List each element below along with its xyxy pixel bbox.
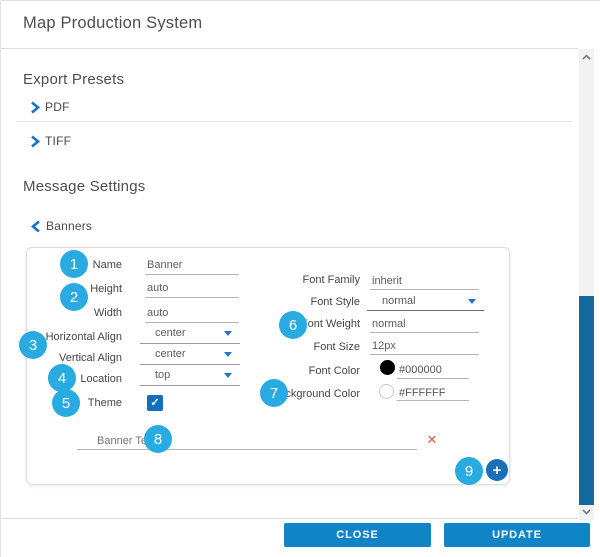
preset-item-tiff[interactable]: TIFF bbox=[30, 134, 71, 148]
chevron-left-icon bbox=[31, 220, 41, 233]
chevron-down-icon bbox=[224, 331, 232, 336]
preset-item-label: PDF bbox=[45, 100, 70, 114]
update-button[interactable]: UPDATE bbox=[444, 523, 590, 547]
chevron-right-icon bbox=[30, 135, 40, 148]
step-badge-2: 2 bbox=[60, 283, 88, 311]
chevron-right-icon bbox=[30, 101, 40, 114]
font-style-label: Font Style bbox=[177, 296, 360, 309]
theme-checkbox[interactable]: ✓ bbox=[147, 395, 163, 411]
scrollbar-thumb[interactable] bbox=[579, 296, 594, 505]
preset-item-pdf[interactable]: PDF bbox=[30, 100, 70, 114]
close-x-icon: ✕ bbox=[427, 432, 438, 448]
font-color-swatch[interactable] bbox=[380, 360, 395, 375]
font-family-label: Font Family bbox=[177, 274, 360, 287]
banner-text-input[interactable] bbox=[77, 432, 417, 450]
message-settings-heading: Message Settings bbox=[23, 178, 145, 195]
header-divider bbox=[1, 48, 578, 49]
export-presets-heading: Export Presets bbox=[23, 71, 124, 88]
font-color-label: Font Color bbox=[177, 365, 360, 378]
font-weight-input[interactable] bbox=[370, 315, 479, 333]
preset-divider bbox=[16, 121, 572, 122]
chevron-up-icon bbox=[582, 54, 591, 60]
font-color-input[interactable] bbox=[397, 362, 469, 379]
step-badge-5: 5 bbox=[52, 389, 80, 417]
remove-banner-button[interactable]: ✕ bbox=[422, 430, 442, 450]
step-badge-6: 6 bbox=[279, 311, 307, 339]
font-weight-label: Font Weight bbox=[177, 318, 360, 331]
page-title: Map Production System bbox=[23, 14, 202, 33]
name-input[interactable] bbox=[145, 256, 239, 275]
font-family-input[interactable] bbox=[370, 272, 479, 290]
footer-divider bbox=[1, 518, 578, 519]
plus-icon: + bbox=[493, 462, 502, 479]
background-color-input[interactable] bbox=[397, 385, 469, 401]
font-style-select[interactable]: normal bbox=[367, 292, 484, 311]
step-badge-4: 4 bbox=[48, 364, 76, 392]
step-badge-1: 1 bbox=[60, 250, 88, 278]
background-color-swatch[interactable] bbox=[379, 384, 394, 399]
banner-settings-card: Name Height Width Horizontal Align Verti… bbox=[26, 247, 510, 485]
back-link-label: Banners bbox=[46, 219, 92, 233]
close-button[interactable]: CLOSE bbox=[284, 523, 431, 547]
map-production-system-dialog: Map Production System Export Presets PDF… bbox=[0, 0, 600, 557]
scroll-up-button[interactable] bbox=[579, 50, 594, 64]
check-icon: ✓ bbox=[150, 398, 159, 409]
step-badge-3: 3 bbox=[19, 331, 47, 359]
add-banner-button[interactable]: + bbox=[486, 459, 508, 481]
font-size-input[interactable] bbox=[370, 337, 479, 355]
chevron-down-icon bbox=[468, 299, 476, 304]
scroll-down-button[interactable] bbox=[579, 505, 594, 519]
banners-back-link[interactable]: Banners bbox=[31, 219, 92, 233]
step-badge-8: 8 bbox=[144, 425, 172, 453]
scrollbar-track[interactable] bbox=[579, 49, 594, 520]
font-size-label: Font Size bbox=[177, 341, 360, 354]
chevron-down-icon bbox=[582, 509, 591, 515]
preset-item-label: TIFF bbox=[45, 134, 71, 148]
step-badge-7: 7 bbox=[260, 379, 288, 407]
step-badge-9: 9 bbox=[455, 457, 483, 485]
